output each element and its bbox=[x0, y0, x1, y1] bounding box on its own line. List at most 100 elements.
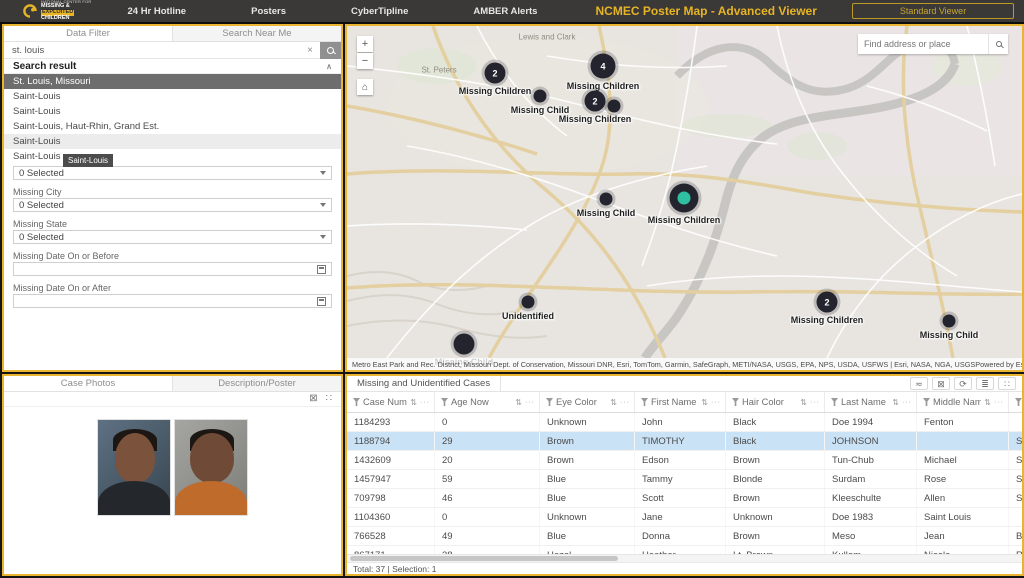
nav-posters[interactable]: Posters bbox=[251, 6, 286, 17]
search-button[interactable] bbox=[320, 42, 341, 59]
table-cell: 1457947 bbox=[347, 470, 435, 488]
table-cell: Kullom bbox=[825, 546, 917, 554]
zoom-out-button[interactable]: − bbox=[357, 53, 373, 69]
search-result-item[interactable]: Saint-Louis bbox=[4, 134, 341, 149]
table-body: 11842930UnknownJohnBlackDoe 1994Fenton11… bbox=[347, 413, 1022, 554]
field-date-input[interactable] bbox=[13, 294, 332, 308]
sort-icon[interactable]: ⇅ bbox=[984, 398, 991, 407]
column-header-hair-color[interactable]: Hair Color⇅··· bbox=[726, 392, 825, 412]
column-header-eye-color[interactable]: Eye Color⇅··· bbox=[540, 392, 635, 412]
sort-icon[interactable]: ⇅ bbox=[515, 398, 522, 407]
tab-description-poster[interactable]: Description/Poster bbox=[173, 376, 341, 391]
table-cell: Jean bbox=[917, 527, 1009, 545]
table-row[interactable]: 86717138HazelHeatherLt. BrownKullomNicol… bbox=[347, 546, 1022, 554]
marker-circle bbox=[608, 100, 621, 113]
column-menu-icon[interactable]: ··· bbox=[620, 399, 630, 406]
field-date-input[interactable] bbox=[13, 262, 332, 276]
table-cell: 1184293 bbox=[347, 413, 435, 431]
table-cell: Unknown bbox=[540, 413, 635, 431]
filter-fields: 0 SelectedMissing City0 SelectedMissing … bbox=[4, 164, 341, 308]
column-header-middle-name[interactable]: Middle Name⇅··· bbox=[917, 392, 1009, 412]
field-select[interactable]: 0 Selected bbox=[13, 198, 332, 212]
column-header-last-name[interactable]: Last Name⇅··· bbox=[825, 392, 917, 412]
brand-line: CHILDREN bbox=[41, 16, 91, 22]
sort-icon[interactable]: ⇅ bbox=[610, 398, 617, 407]
filter-search-input[interactable] bbox=[4, 42, 300, 58]
column-header-case-number[interactable]: Case Number⇅··· bbox=[347, 392, 435, 412]
marker-label: Missing Child bbox=[920, 330, 979, 340]
map-find-input[interactable] bbox=[858, 39, 988, 49]
column-menu-icon[interactable]: ··· bbox=[711, 399, 721, 406]
tab-search-near-me[interactable]: Search Near Me bbox=[173, 26, 341, 41]
nav-cybertipline[interactable]: CyberTipline bbox=[351, 6, 408, 17]
table-row[interactable]: 145794759BlueTammyBlondeSurdamRoseS bbox=[347, 470, 1022, 489]
table-row[interactable]: 70979846BlueScottBrownKleeschulteAllenS bbox=[347, 489, 1022, 508]
table-cell: Meso bbox=[825, 527, 917, 545]
column-menu-icon[interactable]: ··· bbox=[902, 399, 912, 406]
ncmec-logo[interactable]: NATIONAL CENTER FOR MISSING & EXPLOITED … bbox=[22, 0, 91, 21]
scrollbar-thumb[interactable] bbox=[350, 556, 618, 561]
table-row[interactable]: 11043600UnknownJaneUnknownDoe 1983Saint … bbox=[347, 508, 1022, 527]
horizontal-scrollbar[interactable] bbox=[347, 554, 1022, 562]
table-cell: Nicole bbox=[917, 546, 1009, 554]
field-select[interactable]: 0 Selected bbox=[13, 230, 332, 244]
tab-data-filter[interactable]: Data Filter bbox=[4, 26, 173, 41]
nav-amber-alerts[interactable]: AMBER Alerts bbox=[473, 6, 537, 17]
table-cell: B bbox=[1009, 527, 1022, 545]
sort-icon[interactable]: ⇅ bbox=[701, 398, 708, 407]
marker-label: Missing Children bbox=[459, 86, 532, 96]
calendar-icon[interactable] bbox=[317, 265, 326, 274]
zoom-in-button[interactable]: + bbox=[357, 36, 373, 52]
map-find-box bbox=[858, 34, 1008, 54]
standard-viewer-button[interactable]: Standard Viewer bbox=[852, 3, 1014, 19]
filter-field-missing-date-on-or-after: Missing Date On or After bbox=[13, 283, 332, 308]
case-photo-age-progressed[interactable] bbox=[174, 419, 248, 516]
tab-missing-unidentified-cases[interactable]: Missing and Unidentified Cases bbox=[347, 376, 501, 391]
column-menu-icon[interactable]: ··· bbox=[994, 399, 1004, 406]
map-canvas[interactable]: St. PetersLewis and Clark 2Missing Child… bbox=[347, 26, 1022, 370]
actions-icon[interactable]: ≂ bbox=[910, 377, 928, 390]
column-header-clipped[interactable] bbox=[1009, 392, 1022, 412]
clear-selection-icon[interactable]: ⊠ bbox=[309, 394, 317, 404]
search-result-item[interactable]: Saint-Louis bbox=[4, 104, 341, 119]
selected-cluster-center bbox=[678, 192, 691, 205]
search-result-item[interactable]: Saint-Louis bbox=[4, 149, 341, 164]
filter-icon[interactable]: ≣ bbox=[976, 377, 994, 390]
home-button[interactable]: ⌂ bbox=[357, 79, 373, 95]
sort-icon[interactable]: ⇅ bbox=[410, 398, 417, 407]
table-cell bbox=[1009, 508, 1022, 526]
column-menu-icon[interactable]: ··· bbox=[810, 399, 820, 406]
photo-face bbox=[115, 433, 155, 483]
refresh-icon[interactable]: ⟳ bbox=[954, 377, 972, 390]
search-result-item[interactable]: Saint-Louis bbox=[4, 89, 341, 104]
column-filter-icon bbox=[923, 398, 930, 406]
clear-selection-icon[interactable]: ⊠ bbox=[932, 377, 950, 390]
table-cell: Brown bbox=[540, 432, 635, 450]
table-row[interactable]: 76652849BlueDonnaBrownMesoJeanB bbox=[347, 527, 1022, 546]
column-header-first-name[interactable]: First Name⇅··· bbox=[635, 392, 726, 412]
search-result-header[interactable]: Search result ∧ bbox=[4, 59, 341, 74]
table-row[interactable]: 143260920BrownEdsonBrownTun-ChubMichaelS bbox=[347, 451, 1022, 470]
field-select[interactable]: 0 Selected bbox=[13, 166, 332, 180]
search-result-item[interactable]: Saint-Louis, Haut-Rhin, Grand Est. bbox=[4, 119, 341, 134]
nav-24-hr-hotline[interactable]: 24 Hr Hotline bbox=[127, 6, 186, 17]
grid-icon[interactable]: ∷ bbox=[326, 394, 332, 404]
table-row[interactable]: 118879429BrownTIMOTHYBlackJOHNSONS bbox=[347, 432, 1022, 451]
column-name: Hair Color bbox=[742, 397, 797, 407]
search-result-item[interactable]: St. Louis, Missouri bbox=[4, 74, 341, 89]
photo-shirt bbox=[175, 481, 247, 515]
tab-case-photos[interactable]: Case Photos bbox=[4, 376, 173, 391]
table-row[interactable]: 11842930UnknownJohnBlackDoe 1994Fenton bbox=[347, 413, 1022, 432]
calendar-icon[interactable] bbox=[317, 297, 326, 306]
clear-search-icon[interactable]: × bbox=[300, 45, 320, 56]
sort-icon[interactable]: ⇅ bbox=[800, 398, 807, 407]
photos-tabs: Case Photos Description/Poster bbox=[4, 376, 341, 392]
grid-icon[interactable]: ∷ bbox=[998, 377, 1016, 390]
map-search-button[interactable] bbox=[988, 34, 1008, 54]
column-header-age-now[interactable]: Age Now⇅··· bbox=[435, 392, 540, 412]
sort-icon[interactable]: ⇅ bbox=[892, 398, 899, 407]
marker-label: Missing Children bbox=[559, 114, 632, 124]
column-menu-icon[interactable]: ··· bbox=[420, 399, 430, 406]
case-photo-younger[interactable] bbox=[97, 419, 171, 516]
column-menu-icon[interactable]: ··· bbox=[525, 399, 535, 406]
